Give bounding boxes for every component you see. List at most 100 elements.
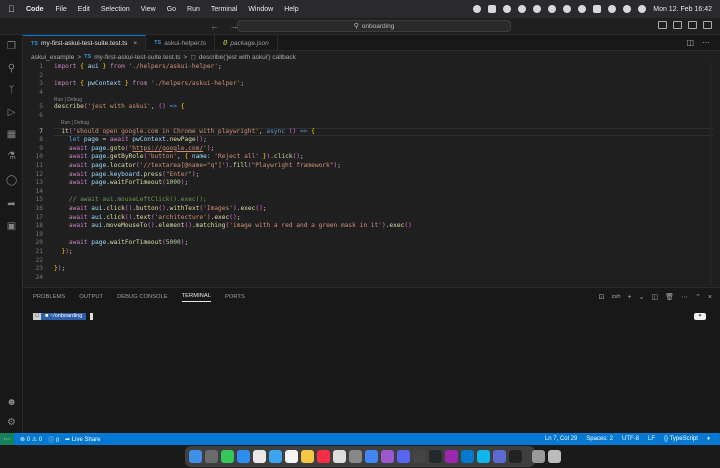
code-line[interactable]: 15 // await aui.mouseLeftClick().exec(); [23,196,720,205]
search-icon[interactable] [623,5,632,13]
menu-edit[interactable]: Edit [78,6,90,13]
new-terminal-icon[interactable]: + [628,294,632,301]
mail-icon[interactable] [237,450,250,463]
status-cloud-icon[interactable] [533,5,542,13]
tab-problems[interactable]: PROBLEMS [33,294,65,300]
docker-icon[interactable] [477,450,490,463]
status-record-icon[interactable] [473,5,482,13]
remote-indicator-icon[interactable]: ⋯ [0,433,14,445]
status-shield-icon[interactable] [488,5,497,13]
accounts-icon[interactable]: ☻ [6,397,17,408]
code-line[interactable]: 2 [23,72,720,81]
live-share-icon[interactable]: ➦ [6,199,17,210]
app-store-icon[interactable] [333,450,346,463]
discord-icon[interactable] [397,450,410,463]
menu-run[interactable]: Run [187,6,200,13]
tab-ports[interactable]: PORTS [225,294,245,300]
explorer-icon[interactable]: ❐ [6,41,17,52]
code-line[interactable]: 16 await aui.click().button().withText('… [23,205,720,214]
wifi-icon[interactable] [608,5,617,13]
chrome-icon[interactable] [365,450,378,463]
apple-icon[interactable]:  [8,4,18,14]
codelens-run-debug[interactable]: Run | Debug [61,120,89,127]
toggle-sidebar-icon[interactable] [658,21,667,29]
downloads-icon[interactable] [532,450,545,463]
info-indicator[interactable]: ⓘ 0 [48,435,59,444]
code-line[interactable]: 4 [23,89,720,98]
menu-window[interactable]: Window [248,6,273,13]
facetime-icon[interactable] [269,450,282,463]
tab-package-json[interactable]: {} package.json [215,35,278,51]
code-line[interactable]: 19 [23,231,720,240]
code-line[interactable]: 8 let page = await pwContext.newPage(); [23,136,720,145]
app-icon[interactable] [493,450,506,463]
source-control-icon[interactable]: ᛉ [6,85,17,96]
customize-layout-icon[interactable] [703,21,712,29]
command-center-search[interactable]: ⚲ onboarding [237,20,511,32]
code-line[interactable]: 11 await page.locator('//textarea[@name=… [23,162,720,171]
nav-back-icon[interactable]: ← [210,21,219,31]
remote-explorer-icon[interactable]: ◯ [6,175,17,186]
photos-icon[interactable] [253,450,266,463]
line-ending[interactable]: LF [648,436,655,442]
menu-selection[interactable]: Selection [101,6,130,13]
encoding[interactable]: UTF-8 [622,436,639,442]
menu-go[interactable]: Go [167,6,176,13]
control-center-icon[interactable] [638,5,647,13]
notifications-bell-icon[interactable]: ♦ [707,436,710,442]
battery-icon[interactable] [593,5,602,13]
testing-icon[interactable]: ⚗ [6,151,17,162]
docker-icon[interactable]: ▣ [6,221,17,232]
app-menu[interactable]: Code [26,6,44,13]
calendar-icon[interactable] [285,450,298,463]
menubar-clock[interactable]: Mon 12. Feb 16:42 [653,6,712,13]
launchpad-icon[interactable] [205,450,218,463]
breadcrumb-symbol[interactable]: describe('jest with askui') callback [199,54,296,61]
code-line[interactable]: 22 [23,257,720,266]
code-line[interactable]: 12 await page.keyboard.press("Enter"); [23,171,720,180]
terminal-app-icon[interactable] [509,450,522,463]
trash-icon[interactable] [548,450,561,463]
trash-icon[interactable]: 🗑 [665,293,674,301]
close-icon[interactable]: × [133,40,137,47]
split-editor-icon[interactable]: ◫ [686,38,694,47]
more-actions-icon[interactable]: ⋯ [681,293,688,301]
manage-gear-icon[interactable]: ⚙ [6,417,17,428]
code-line[interactable]: 21 }); [23,248,720,257]
menu-file[interactable]: File [56,6,67,13]
errors-indicator[interactable]: ⊗ 0 ⚠ 0 [20,436,42,443]
close-icon[interactable]: × [708,294,712,301]
run-debug-icon[interactable]: ▷ [6,107,17,118]
cursor-position[interactable]: Ln 7, Col 29 [545,436,577,442]
tab-debug-console[interactable]: DEBUG CONSOLE [117,294,168,300]
tab-askui-helper[interactable]: TS askui-helper.ts [146,35,216,51]
split-terminal-icon[interactable]: ◫ [652,293,659,301]
tab-output[interactable]: OUTPUT [79,294,103,300]
extensions-icon[interactable]: ▦ [6,129,17,140]
toggle-panel-icon[interactable] [673,21,682,29]
toggle-secondary-sidebar-icon[interactable] [688,21,697,29]
code-line[interactable]: 6 [23,112,720,121]
terminal-shell-name[interactable]: zsh [612,294,621,300]
code-line[interactable]: 5 describe('jest with askui', () => { [23,103,720,112]
code-line[interactable]: 23}); [23,265,720,274]
terminal-prompt[interactable]:  ■ ~/onboarding [33,313,94,320]
code-editor[interactable]: 1 import { aui } from './helpers/askui-he… [23,63,720,286]
podcast-icon[interactable] [381,450,394,463]
tab-test-suite[interactable]: TS my-first-askui-test-suite.test.ts × [23,35,147,51]
github-icon[interactable] [429,450,442,463]
code-line[interactable]: 18 await aui.moveMouseTo().element().mat… [23,222,720,231]
chevron-down-icon[interactable]: ⌄ [639,293,645,301]
settings-icon[interactable] [349,450,362,463]
status-menu-icon[interactable] [518,5,527,13]
app-icon[interactable] [413,450,426,463]
code-line[interactable]: 10 await page.getByRole('button', { name… [23,153,720,162]
code-line-current[interactable]: 7 it('should open google.com in Chrome w… [23,128,720,137]
search-icon[interactable]: ⚲ [6,63,17,74]
editor-scrollbar[interactable] [710,63,712,286]
more-actions-icon[interactable]: ⋯ [702,38,710,47]
status-bluetooth-icon[interactable] [578,5,587,13]
music-icon[interactable] [317,450,330,463]
copilot-icon[interactable]: ✦ [694,313,706,320]
code-line[interactable]: 20 await page.waitForTimeout(5000); [23,239,720,248]
